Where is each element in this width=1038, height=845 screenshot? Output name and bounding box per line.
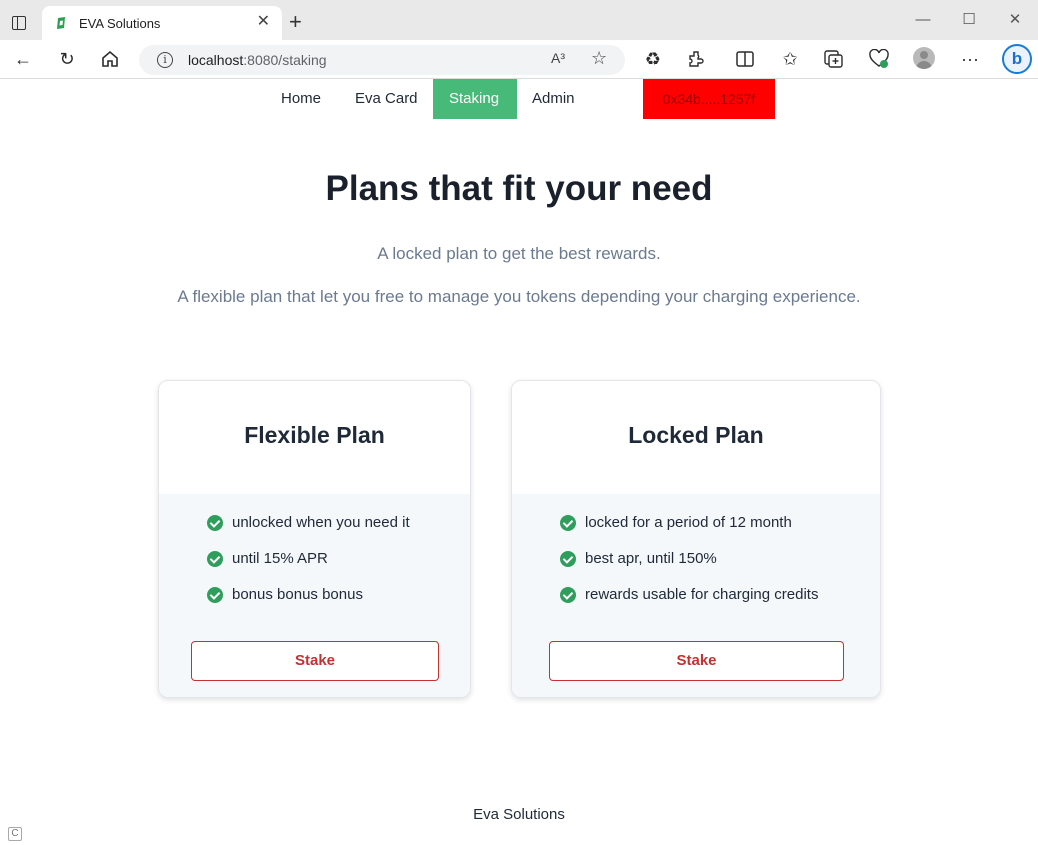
browser-tab-bar: EVA Solutions ✕ + — ☐ ✕ — [0, 0, 1038, 40]
extensions-icon[interactable] — [687, 49, 707, 69]
page-content: Home Eva Card Staking Admin 0x34b.....12… — [0, 79, 1038, 845]
site-info-icon[interactable]: i — [157, 52, 173, 68]
window-close-icon[interactable]: ✕ — [992, 0, 1038, 40]
read-aloud-icon[interactable]: A³ — [551, 50, 565, 66]
flexible-plan-card: Flexible Plan unlocked when you need it … — [158, 380, 471, 698]
card-body: locked for a period of 12 month best apr… — [512, 494, 880, 697]
refresh-icon[interactable]: ↻ — [55, 48, 79, 70]
check-circle-icon — [560, 551, 576, 567]
nav-staking[interactable]: Staking — [433, 79, 517, 119]
url-host: localhost — [188, 52, 244, 68]
feature-text: best apr, until 150% — [585, 550, 717, 567]
favorite-star-icon[interactable]: ☆ — [591, 48, 607, 69]
back-icon[interactable]: ← — [11, 48, 35, 70]
plan-title: Flexible Plan — [244, 422, 385, 448]
card-body: unlocked when you need it until 15% APR … — [159, 494, 470, 697]
home-icon[interactable] — [100, 50, 120, 68]
feature-text: unlocked when you need it — [232, 514, 410, 531]
collections-icon[interactable] — [823, 49, 845, 69]
nav-home[interactable]: Home — [265, 79, 337, 119]
hero-subtitle-locked: A locked plan to get the best rewards. — [377, 244, 661, 263]
check-circle-icon — [207, 515, 223, 531]
feature-text: locked for a period of 12 month — [585, 514, 792, 531]
top-navigation: Home Eva Card Staking Admin 0x34b.....12… — [0, 79, 1038, 119]
more-icon[interactable]: ··· — [958, 48, 982, 70]
locked-plan-card: Locked Plan locked for a period of 12 mo… — [511, 380, 881, 698]
sidebar-toggle-icon[interactable] — [12, 16, 26, 30]
card-header: Flexible Plan — [159, 381, 470, 494]
minimize-icon[interactable]: — — [900, 0, 946, 40]
browser-toolbar: ← ↻ i localhost:8080/staking A³ ☆ ♻ ✩ ··… — [0, 40, 1038, 79]
card-header: Locked Plan — [512, 381, 880, 494]
address-bar[interactable]: i localhost:8080/staking A³ ☆ — [139, 45, 625, 75]
browser-essentials-icon[interactable] — [868, 49, 890, 69]
plan-title: Locked Plan — [628, 422, 764, 448]
feature-text: rewards usable for charging credits — [585, 586, 819, 603]
bing-copilot-icon[interactable]: b — [1002, 44, 1032, 74]
new-tab-icon[interactable]: + — [289, 11, 302, 33]
favicon-icon — [57, 17, 65, 29]
split-screen-icon[interactable] — [735, 50, 755, 68]
feature-text: until 15% APR — [232, 550, 328, 567]
recycle-extension-icon[interactable]: ♻ — [641, 48, 665, 70]
check-circle-icon — [560, 587, 576, 603]
corner-badge-icon: C — [8, 827, 22, 841]
nav-admin[interactable]: Admin — [516, 79, 591, 119]
nav-eva-card[interactable]: Eva Card — [339, 79, 434, 119]
stake-button-flexible[interactable]: Stake — [191, 641, 439, 681]
feature-text: bonus bonus bonus — [232, 586, 363, 603]
stake-button-locked[interactable]: Stake — [549, 641, 844, 681]
check-circle-icon — [207, 551, 223, 567]
page-title: Plans that fit your need — [325, 169, 713, 208]
hero-subtitle-flexible: A flexible plan that let you free to man… — [177, 287, 861, 306]
tab-title: EVA Solutions — [79, 16, 161, 31]
check-circle-icon — [207, 587, 223, 603]
wallet-address-button[interactable]: 0x34b.....1257f — [643, 79, 775, 119]
url-path: :8080/staking — [243, 52, 327, 68]
footer-text: Eva Solutions — [473, 806, 565, 823]
window-controls: — ☐ ✕ — [900, 0, 1038, 40]
check-circle-icon — [560, 515, 576, 531]
maximize-icon[interactable]: ☐ — [946, 0, 992, 40]
url-text[interactable]: localhost:8080/staking — [188, 52, 327, 68]
favorites-icon[interactable]: ✩ — [778, 48, 802, 70]
close-icon[interactable]: ✕ — [257, 14, 270, 30]
profile-avatar-icon[interactable] — [913, 47, 935, 69]
browser-tab[interactable]: EVA Solutions ✕ — [42, 6, 282, 40]
